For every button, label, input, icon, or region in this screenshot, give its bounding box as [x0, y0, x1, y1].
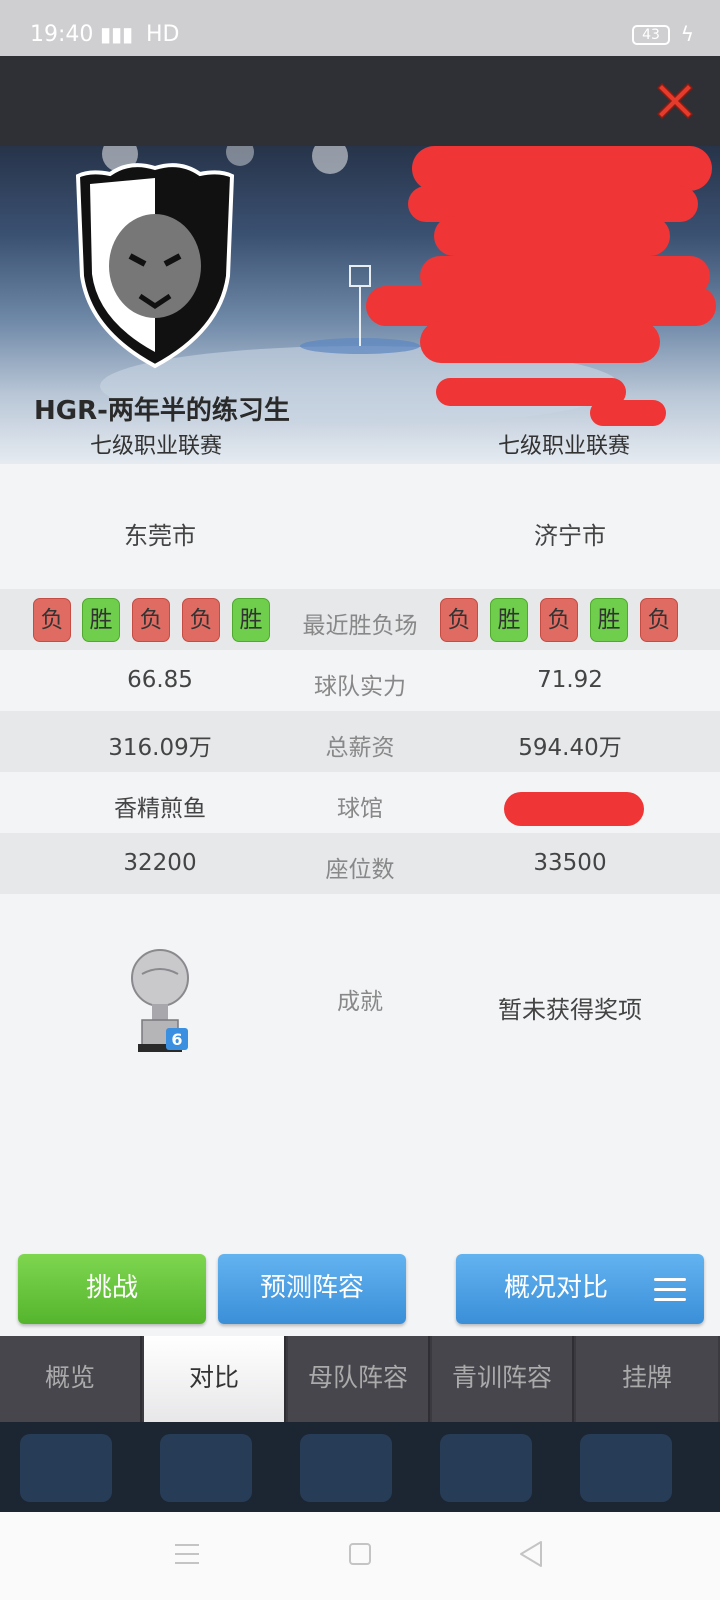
team-logo-left	[75, 163, 235, 369]
right-team-salary: 594.40万	[518, 735, 622, 761]
dock-icon	[20, 1434, 112, 1502]
strength-label: 球队实力	[314, 674, 406, 700]
left-team-seats: 32200	[123, 850, 197, 876]
arena-label: 球馆	[337, 796, 383, 822]
left-team-arena: 香精煎鱼	[114, 796, 206, 822]
tab-youth-roster[interactable]: 青训阵容	[432, 1336, 574, 1422]
seats-row: 32200 座位数 33500	[0, 833, 720, 894]
left-result-badge: 胜	[232, 598, 270, 642]
menu-icon	[654, 1278, 686, 1302]
left-team-league: 七级职业联赛	[90, 434, 223, 459]
blurred-app-dock	[0, 1422, 720, 1512]
recent-results-label: 最近胜负场	[302, 613, 418, 639]
right-team-strength: 71.92	[537, 667, 603, 693]
top-bar	[0, 56, 720, 146]
charging-icon: ϟ	[680, 22, 694, 46]
left-team-strength: 66.85	[127, 667, 193, 693]
redaction-mark	[420, 321, 660, 363]
right-team-seats: 33500	[533, 850, 607, 876]
challenge-button[interactable]: 挑战	[18, 1254, 206, 1324]
achievement-label: 成就	[337, 989, 383, 1015]
system-nav-bar	[0, 1512, 720, 1600]
seats-label: 座位数	[325, 857, 395, 883]
status-bar: 19:40 ▮▮▮ HD 43 ϟ	[0, 0, 720, 56]
tab-compare[interactable]: 对比	[144, 1336, 286, 1422]
redaction-mark	[590, 400, 666, 426]
salary-row: 316.09万 总薪资 594.40万	[0, 711, 720, 772]
trophy-count: 6	[171, 1030, 183, 1049]
right-team-city: 济宁市	[534, 522, 606, 550]
match-banner: HGR-两年半的练习生 七级职业联赛 七级职业联赛	[0, 146, 720, 464]
redaction-mark	[412, 146, 712, 191]
strength-row: 66.85 球队实力 71.92	[0, 650, 720, 711]
back-nav-icon[interactable]	[518, 1540, 544, 1568]
menu-nav-icon[interactable]	[174, 1542, 200, 1566]
bottom-tabs: 概览 对比 母队阵容 青训阵容 挂牌	[0, 1336, 720, 1422]
tab-listing[interactable]: 挂牌	[576, 1336, 718, 1422]
right-result-badge: 负	[640, 598, 678, 642]
redaction-mark	[434, 216, 670, 256]
dock-icon	[580, 1434, 672, 1502]
right-team-achievement: 暂未获得奖项	[498, 996, 642, 1024]
left-result-badge: 负	[33, 598, 71, 642]
tab-overview[interactable]: 概览	[0, 1336, 142, 1422]
battery-icon: 43	[632, 25, 670, 45]
overview-compare-button[interactable]: 概况对比	[456, 1254, 704, 1324]
home-nav-icon[interactable]	[348, 1542, 372, 1566]
right-result-badge: 负	[540, 598, 578, 642]
left-team-salary: 316.09万	[108, 735, 212, 761]
left-result-badge: 负	[132, 598, 170, 642]
tab-parent-roster[interactable]: 母队阵容	[288, 1336, 430, 1422]
predict-lineup-button[interactable]: 预测阵容	[218, 1254, 406, 1324]
close-icon[interactable]	[652, 78, 698, 124]
right-team-league: 七级职业联赛	[498, 434, 631, 459]
status-time: 19:40	[30, 22, 94, 47]
overview-compare-label: 概况对比	[503, 1273, 608, 1303]
dock-icon	[160, 1434, 252, 1502]
dock-icon	[440, 1434, 532, 1502]
left-result-badge: 负	[182, 598, 220, 642]
left-team-name: HGR-两年半的练习生	[34, 396, 290, 426]
signal-icon: ▮▮▮	[100, 22, 134, 46]
left-result-badge: 胜	[82, 598, 120, 642]
redaction-mark	[504, 792, 644, 826]
salary-label: 总薪资	[325, 735, 395, 761]
redaction-mark	[366, 286, 716, 326]
hd-indicator: HD	[146, 22, 180, 47]
right-result-badge: 胜	[490, 598, 528, 642]
dock-icon	[300, 1434, 392, 1502]
right-result-badge: 负	[440, 598, 478, 642]
left-team-city: 东莞市	[124, 522, 196, 550]
right-result-badge: 胜	[590, 598, 628, 642]
